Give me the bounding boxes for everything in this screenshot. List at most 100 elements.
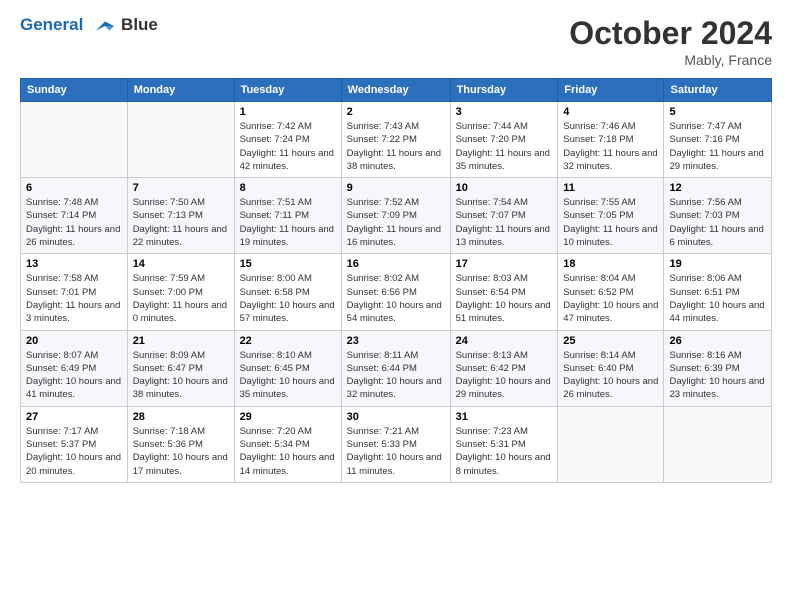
calendar-cell: 9 Sunrise: 7:52 AM Sunset: 7:09 PM Daylig… bbox=[341, 178, 450, 254]
day-info: Sunrise: 8:10 AM Sunset: 6:45 PM Dayligh… bbox=[240, 349, 336, 402]
calendar-cell: 11 Sunrise: 7:55 AM Sunset: 7:05 PM Dayli… bbox=[558, 178, 664, 254]
day-info: Sunrise: 7:20 AM Sunset: 5:34 PM Dayligh… bbox=[240, 425, 336, 478]
calendar-cell: 5 Sunrise: 7:47 AM Sunset: 7:16 PM Daylig… bbox=[664, 102, 772, 178]
calendar-week-row: 1Sunrise: 7:42 AM Sunset: 7:24 PM Daylig… bbox=[21, 102, 772, 178]
day-number: 15 bbox=[240, 258, 336, 270]
calendar-cell: 12Sunrise: 7:56 AM Sunset: 7:03 PM Dayli… bbox=[664, 178, 772, 254]
col-saturday: Saturday bbox=[664, 79, 772, 102]
calendar-week-row: 20 Sunrise: 8:07 AM Sunset: 6:49 PM Dayli… bbox=[21, 330, 772, 406]
calendar-cell: 4 Sunrise: 7:46 AM Sunset: 7:18 PM Daylig… bbox=[558, 102, 664, 178]
calendar-cell bbox=[21, 102, 128, 178]
logo-bird-icon bbox=[91, 17, 119, 35]
day-info: Sunrise: 8:13 AM Sunset: 6:42 PM Dayligh… bbox=[456, 349, 553, 402]
calendar-cell bbox=[664, 406, 772, 482]
day-info: Sunrise: 7:46 AM Sunset: 7:18 PM Dayligh… bbox=[563, 120, 658, 173]
day-info: Sunrise: 7:42 AM Sunset: 7:24 PM Dayligh… bbox=[240, 120, 336, 173]
day-number: 9 bbox=[347, 182, 445, 194]
calendar-cell: 18 Sunrise: 8:04 AM Sunset: 6:52 PM Dayli… bbox=[558, 254, 664, 330]
calendar-table: Sunday Monday Tuesday Wednesday Thursday… bbox=[20, 78, 772, 483]
calendar-cell bbox=[127, 102, 234, 178]
day-info: Sunrise: 8:03 AM Sunset: 6:54 PM Dayligh… bbox=[456, 272, 553, 325]
day-info: Sunrise: 7:17 AM Sunset: 5:37 PM Dayligh… bbox=[26, 425, 122, 478]
title-block: October 2024 Mably, France bbox=[569, 15, 772, 68]
day-info: Sunrise: 7:52 AM Sunset: 7:09 PM Dayligh… bbox=[347, 196, 445, 249]
calendar-cell: 16 Sunrise: 8:02 AM Sunset: 6:56 PM Dayli… bbox=[341, 254, 450, 330]
day-number: 25 bbox=[563, 335, 658, 347]
day-number: 27 bbox=[26, 411, 122, 423]
day-info: Sunrise: 8:09 AM Sunset: 6:47 PM Dayligh… bbox=[133, 349, 229, 402]
day-number: 5 bbox=[669, 106, 766, 118]
day-number: 31 bbox=[456, 411, 553, 423]
day-number: 20 bbox=[26, 335, 122, 347]
day-number: 10 bbox=[456, 182, 553, 194]
calendar-cell: 26 Sunrise: 8:16 AM Sunset: 6:39 PM Dayli… bbox=[664, 330, 772, 406]
day-number: 14 bbox=[133, 258, 229, 270]
calendar-cell: 6Sunrise: 7:48 AM Sunset: 7:14 PM Daylig… bbox=[21, 178, 128, 254]
day-number: 26 bbox=[669, 335, 766, 347]
logo-blue: Blue bbox=[121, 15, 158, 35]
day-number: 6 bbox=[26, 182, 122, 194]
col-sunday: Sunday bbox=[21, 79, 128, 102]
day-number: 17 bbox=[456, 258, 553, 270]
calendar-cell: 13Sunrise: 7:58 AM Sunset: 7:01 PM Dayli… bbox=[21, 254, 128, 330]
calendar-cell: 8Sunrise: 7:51 AM Sunset: 7:11 PM Daylig… bbox=[234, 178, 341, 254]
calendar-cell: 14 Sunrise: 7:59 AM Sunset: 7:00 PM Dayli… bbox=[127, 254, 234, 330]
day-number: 30 bbox=[347, 411, 445, 423]
day-number: 7 bbox=[133, 182, 229, 194]
day-number: 23 bbox=[347, 335, 445, 347]
day-info: Sunrise: 8:07 AM Sunset: 6:49 PM Dayligh… bbox=[26, 349, 122, 402]
day-number: 2 bbox=[347, 106, 445, 118]
col-wednesday: Wednesday bbox=[341, 79, 450, 102]
day-info: Sunrise: 8:02 AM Sunset: 6:56 PM Dayligh… bbox=[347, 272, 445, 325]
calendar-header-row: Sunday Monday Tuesday Wednesday Thursday… bbox=[21, 79, 772, 102]
calendar-page: General Blue October 2024 Mably, France … bbox=[0, 0, 792, 612]
day-info: Sunrise: 7:18 AM Sunset: 5:36 PM Dayligh… bbox=[133, 425, 229, 478]
calendar-cell: 2 Sunrise: 7:43 AM Sunset: 7:22 PM Daylig… bbox=[341, 102, 450, 178]
day-number: 21 bbox=[133, 335, 229, 347]
day-number: 29 bbox=[240, 411, 336, 423]
day-info: Sunrise: 8:04 AM Sunset: 6:52 PM Dayligh… bbox=[563, 272, 658, 325]
day-number: 11 bbox=[563, 182, 658, 194]
header: General Blue October 2024 Mably, France bbox=[20, 15, 772, 68]
day-info: Sunrise: 7:43 AM Sunset: 7:22 PM Dayligh… bbox=[347, 120, 445, 173]
month-title: October 2024 bbox=[569, 15, 772, 52]
calendar-cell: 23 Sunrise: 8:11 AM Sunset: 6:44 PM Dayli… bbox=[341, 330, 450, 406]
day-info: Sunrise: 8:14 AM Sunset: 6:40 PM Dayligh… bbox=[563, 349, 658, 402]
calendar-week-row: 27 Sunrise: 7:17 AM Sunset: 5:37 PM Dayli… bbox=[21, 406, 772, 482]
day-number: 13 bbox=[26, 258, 122, 270]
calendar-cell: 21 Sunrise: 8:09 AM Sunset: 6:47 PM Dayli… bbox=[127, 330, 234, 406]
day-info: Sunrise: 7:47 AM Sunset: 7:16 PM Dayligh… bbox=[669, 120, 766, 173]
calendar-week-row: 13Sunrise: 7:58 AM Sunset: 7:01 PM Dayli… bbox=[21, 254, 772, 330]
day-info: Sunrise: 7:21 AM Sunset: 5:33 PM Dayligh… bbox=[347, 425, 445, 478]
day-info: Sunrise: 7:59 AM Sunset: 7:00 PM Dayligh… bbox=[133, 272, 229, 325]
calendar-cell: 10 Sunrise: 7:54 AM Sunset: 7:07 PM Dayli… bbox=[450, 178, 558, 254]
logo: General Blue bbox=[20, 15, 158, 35]
calendar-cell: 30 Sunrise: 7:21 AM Sunset: 5:33 PM Dayli… bbox=[341, 406, 450, 482]
logo-general: General bbox=[20, 15, 83, 34]
calendar-cell: 24Sunrise: 8:13 AM Sunset: 6:42 PM Dayli… bbox=[450, 330, 558, 406]
day-number: 16 bbox=[347, 258, 445, 270]
day-number: 12 bbox=[669, 182, 766, 194]
day-info: Sunrise: 7:50 AM Sunset: 7:13 PM Dayligh… bbox=[133, 196, 229, 249]
calendar-cell: 28Sunrise: 7:18 AM Sunset: 5:36 PM Dayli… bbox=[127, 406, 234, 482]
day-number: 4 bbox=[563, 106, 658, 118]
calendar-cell: 29 Sunrise: 7:20 AM Sunset: 5:34 PM Dayli… bbox=[234, 406, 341, 482]
calendar-cell: 27 Sunrise: 7:17 AM Sunset: 5:37 PM Dayli… bbox=[21, 406, 128, 482]
day-info: Sunrise: 8:16 AM Sunset: 6:39 PM Dayligh… bbox=[669, 349, 766, 402]
day-info: Sunrise: 7:54 AM Sunset: 7:07 PM Dayligh… bbox=[456, 196, 553, 249]
day-info: Sunrise: 8:11 AM Sunset: 6:44 PM Dayligh… bbox=[347, 349, 445, 402]
calendar-cell: 20 Sunrise: 8:07 AM Sunset: 6:49 PM Dayli… bbox=[21, 330, 128, 406]
day-number: 19 bbox=[669, 258, 766, 270]
day-info: Sunrise: 7:55 AM Sunset: 7:05 PM Dayligh… bbox=[563, 196, 658, 249]
day-info: Sunrise: 7:23 AM Sunset: 5:31 PM Dayligh… bbox=[456, 425, 553, 478]
calendar-cell: 25 Sunrise: 8:14 AM Sunset: 6:40 PM Dayli… bbox=[558, 330, 664, 406]
calendar-cell bbox=[558, 406, 664, 482]
calendar-cell: 17 Sunrise: 8:03 AM Sunset: 6:54 PM Dayli… bbox=[450, 254, 558, 330]
calendar-cell: 15Sunrise: 8:00 AM Sunset: 6:58 PM Dayli… bbox=[234, 254, 341, 330]
calendar-cell: 1Sunrise: 7:42 AM Sunset: 7:24 PM Daylig… bbox=[234, 102, 341, 178]
col-thursday: Thursday bbox=[450, 79, 558, 102]
col-friday: Friday bbox=[558, 79, 664, 102]
day-info: Sunrise: 7:51 AM Sunset: 7:11 PM Dayligh… bbox=[240, 196, 336, 249]
day-number: 18 bbox=[563, 258, 658, 270]
calendar-cell: 22Sunrise: 8:10 AM Sunset: 6:45 PM Dayli… bbox=[234, 330, 341, 406]
